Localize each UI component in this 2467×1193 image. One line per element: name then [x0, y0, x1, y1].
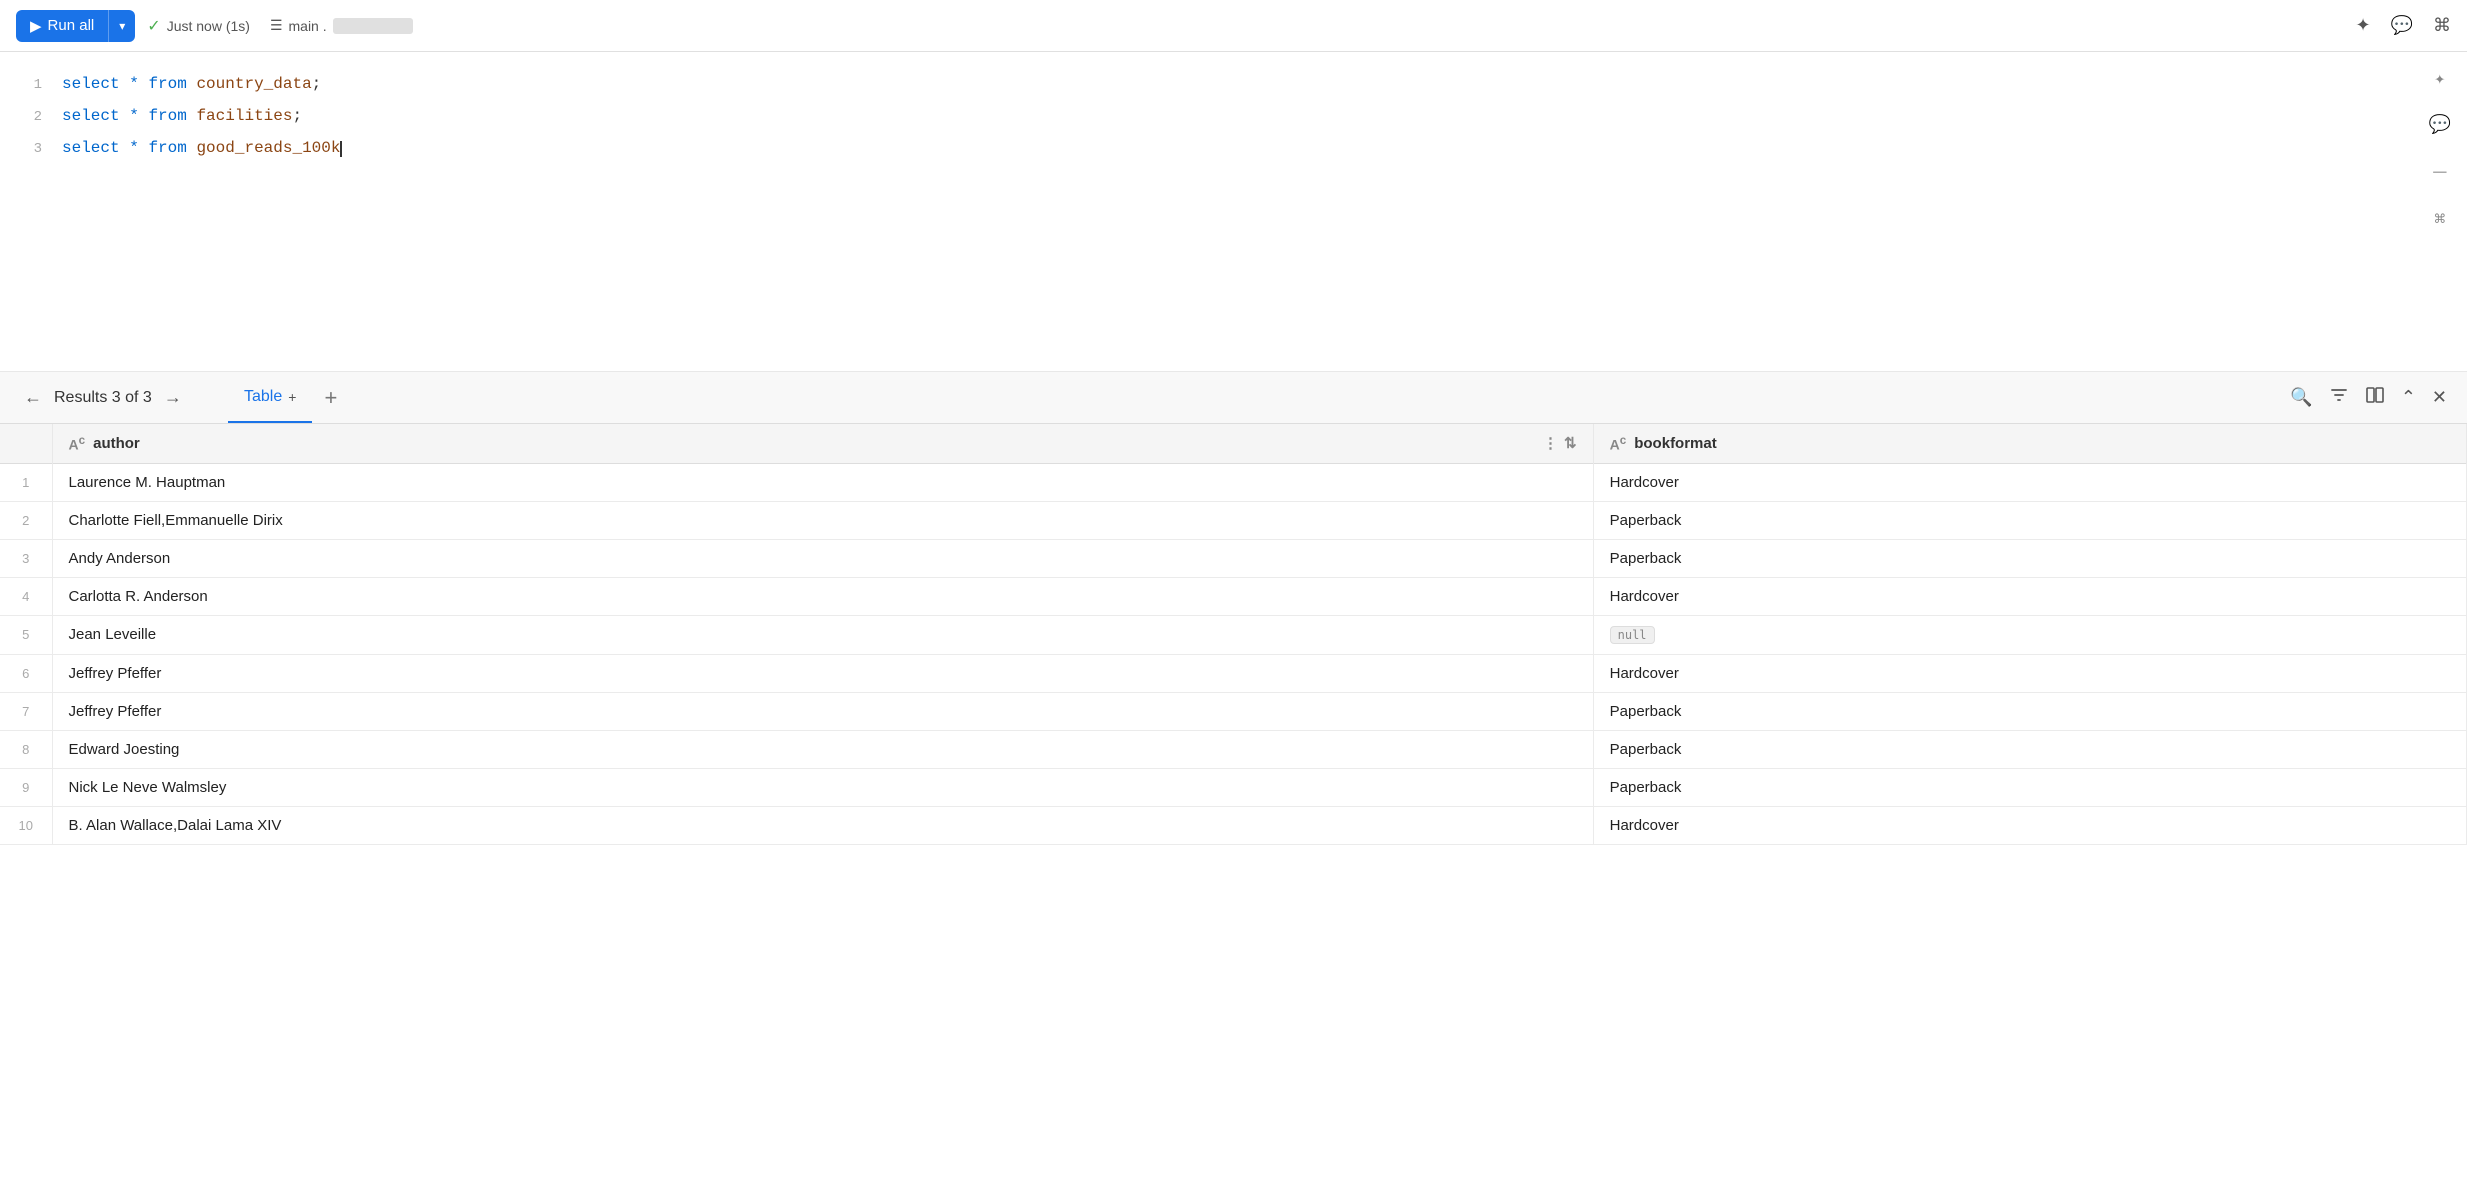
code-content-1: select * from country_data; [62, 68, 321, 100]
row-num-cell: 3 [0, 539, 52, 577]
row-num-cell: 9 [0, 768, 52, 806]
search-results-icon[interactable]: 🔍 [2290, 387, 2312, 408]
code-line-1: 1 select * from country_data; [24, 68, 2443, 100]
author-cell: Andy Anderson [52, 539, 1593, 577]
run-icon: ▶ [30, 17, 42, 35]
results-nav: ← Results 3 of 3 → [8, 383, 228, 412]
columns-icon[interactable] [2365, 385, 2385, 410]
table-area[interactable]: Ac author ⋮ ⇅ Ac bookformat 1 [0, 424, 2467, 1193]
table-row: 2Charlotte Fiell,Emmanuelle DirixPaperba… [0, 501, 2467, 539]
author-cell: Jeffrey Pfeffer [52, 654, 1593, 692]
row-num-cell: 5 [0, 615, 52, 654]
author-cell: Jean Leveille [52, 615, 1593, 654]
chat-sidebar-icon[interactable]: 💬 [2429, 114, 2451, 136]
row-num-cell: 10 [0, 806, 52, 844]
editor-area[interactable]: 1 select * from country_data; 2 select *… [0, 52, 2467, 372]
bookformat-cell: Paperback [1593, 768, 2466, 806]
table-row: 8Edward JoestingPaperback [0, 730, 2467, 768]
db-info[interactable]: ☰ main . [270, 17, 413, 34]
code-content-3: select * from good_reads_100k [62, 132, 342, 164]
results-bar: ← Results 3 of 3 → Table + + 🔍 ⌃ ✕ [0, 372, 2467, 424]
row-num-header [0, 424, 52, 463]
author-column-header[interactable]: Ac author ⋮ ⇅ [52, 424, 1593, 463]
settings-icon[interactable]: ⌘ [2433, 15, 2451, 36]
author-cell: B. Alan Wallace,Dalai Lama XIV [52, 806, 1593, 844]
author-cell: Carlotta R. Anderson [52, 577, 1593, 615]
row-num-cell: 2 [0, 501, 52, 539]
author-cell: Nick Le Neve Walmsley [52, 768, 1593, 806]
line-number-3: 3 [24, 135, 42, 163]
filter-icon[interactable] [2329, 385, 2349, 410]
spark-icon[interactable]: ✦ [2355, 15, 2370, 36]
table-row: 5Jean Leveille null [0, 615, 2467, 654]
results-label: Results 3 of 3 [54, 389, 152, 407]
author-menu-icon[interactable]: ⋮ [1543, 434, 1558, 452]
run-all-label: Run all [48, 17, 95, 34]
table-row: 7Jeffrey PfefferPaperback [0, 692, 2467, 730]
author-sort-icon[interactable]: ⇅ [1564, 434, 1577, 452]
bookformat-cell: Paperback [1593, 730, 2466, 768]
status-indicator: ✓ Just now (1s) [147, 16, 250, 36]
bookformat-cell: Paperback [1593, 539, 2466, 577]
bookformat-cell: Paperback [1593, 501, 2466, 539]
bookformat-column-header[interactable]: Ac bookformat [1593, 424, 2466, 463]
sparkle-icon[interactable]: ✦ [2434, 68, 2445, 90]
table-tab-dropdown-icon[interactable]: + [288, 389, 296, 405]
code-content-2: select * from facilities; [62, 100, 302, 132]
toolbar: ▶ Run all ▾ ✓ Just now (1s) ☰ main . ✦ 💬… [0, 0, 2467, 52]
table-row: 3Andy AndersonPaperback [0, 539, 2467, 577]
row-num-cell: 7 [0, 692, 52, 730]
author-cell: Laurence M. Hauptman [52, 463, 1593, 501]
toolbar-right: ✦ 💬 ⌘ [2355, 15, 2451, 36]
author-cell: Charlotte Fiell,Emmanuelle Dirix [52, 501, 1593, 539]
code-line-3: 3 select * from good_reads_100k [24, 132, 2443, 164]
bookformat-type-icon: Ac [1610, 434, 1627, 453]
chat-icon[interactable]: 💬 [2391, 15, 2413, 36]
bookformat-cell: Hardcover [1593, 577, 2466, 615]
row-num-cell: 1 [0, 463, 52, 501]
bookformat-label: bookformat [1634, 435, 1717, 452]
add-tab-button[interactable]: + [312, 385, 349, 411]
table-tab[interactable]: Table + [228, 372, 312, 423]
editor-right-icons: ✦ 💬 — ⌘ [2429, 68, 2451, 231]
db-icon: ☰ [270, 17, 283, 34]
results-table: Ac author ⋮ ⇅ Ac bookformat 1 [0, 424, 2467, 845]
line-number-1: 1 [24, 71, 42, 99]
bookformat-cell: Paperback [1593, 692, 2466, 730]
db-name-placeholder [333, 18, 413, 34]
separator-line: — [2433, 160, 2446, 185]
next-result-button[interactable]: → [160, 383, 186, 412]
check-icon: ✓ [147, 16, 160, 36]
prev-result-button[interactable]: ← [20, 383, 46, 412]
author-cell: Jeffrey Pfeffer [52, 692, 1593, 730]
close-results-icon[interactable]: ✕ [2432, 387, 2447, 408]
bookformat-cell: null [1593, 615, 2466, 654]
command-icon[interactable]: ⌘ [2434, 209, 2445, 231]
status-text: Just now (1s) [167, 18, 250, 34]
author-label: author [93, 435, 140, 452]
db-label: main . [289, 18, 327, 34]
bookformat-cell: Hardcover [1593, 654, 2466, 692]
author-cell: Edward Joesting [52, 730, 1593, 768]
bookformat-cell: Hardcover [1593, 806, 2466, 844]
table-row: 9Nick Le Neve WalmsleyPaperback [0, 768, 2467, 806]
run-all-button[interactable]: ▶ Run all ▾ [16, 10, 135, 42]
table-tab-label: Table [244, 388, 282, 406]
row-num-cell: 6 [0, 654, 52, 692]
table-row: 6Jeffrey PfefferHardcover [0, 654, 2467, 692]
table-row: 10B. Alan Wallace,Dalai Lama XIVHardcove… [0, 806, 2467, 844]
row-num-cell: 8 [0, 730, 52, 768]
line-number-2: 2 [24, 103, 42, 131]
author-type-icon: Ac [69, 434, 86, 453]
table-row: 1Laurence M. HauptmanHardcover [0, 463, 2467, 501]
bookformat-cell: Hardcover [1593, 463, 2466, 501]
results-bar-right: 🔍 ⌃ ✕ [2290, 385, 2459, 410]
table-header-row: Ac author ⋮ ⇅ Ac bookformat [0, 424, 2467, 463]
run-all-dropdown[interactable]: ▾ [109, 12, 135, 40]
table-row: 4Carlotta R. AndersonHardcover [0, 577, 2467, 615]
code-line-2: 2 select * from facilities; [24, 100, 2443, 132]
row-num-cell: 4 [0, 577, 52, 615]
null-badge: null [1610, 626, 1655, 644]
collapse-icon[interactable]: ⌃ [2401, 387, 2416, 408]
